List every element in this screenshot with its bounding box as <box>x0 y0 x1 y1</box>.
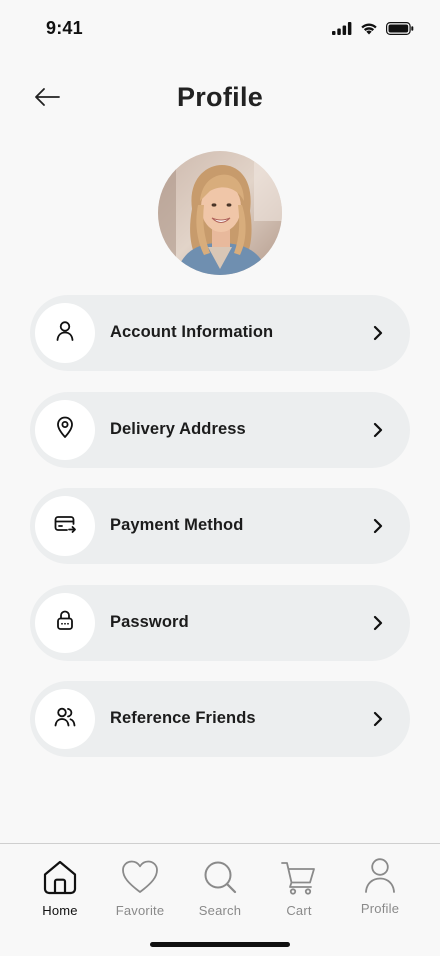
user-icon <box>53 319 77 348</box>
menu-item-password[interactable]: Password <box>30 584 410 661</box>
users-icon <box>53 705 77 734</box>
profile-icon <box>361 856 399 899</box>
chevron-right-icon <box>368 709 388 729</box>
menu-item-reference-friends[interactable]: Reference Friends <box>30 681 410 757</box>
status-bar: 9:41 <box>0 0 440 60</box>
menu-icon-circle <box>35 592 95 653</box>
menu-icon-circle <box>35 399 95 460</box>
cart-icon <box>280 858 318 901</box>
wifi-icon <box>360 22 378 35</box>
menu-item-label: Payment Method <box>110 516 244 534</box>
menu-item-label: Delivery Address <box>110 419 246 438</box>
home-indicator <box>150 942 290 947</box>
chevron-right-icon <box>368 420 388 440</box>
nav-item-search[interactable]: Search <box>180 858 260 918</box>
nav-item-favorite[interactable]: Favorite <box>100 858 180 918</box>
chevron-right-icon <box>368 323 388 343</box>
menu-item-label: Account Information <box>110 323 274 341</box>
location-pin-icon <box>53 415 77 444</box>
nav-label: Favorite <box>115 903 165 918</box>
nav-label: Search <box>198 903 242 918</box>
nav-label: Profile <box>360 901 400 916</box>
nav-item-home[interactable]: Home <box>20 858 100 918</box>
search-icon <box>201 858 239 901</box>
bottom-nav: Home Favorite Search Cart Profile <box>0 843 440 956</box>
menu-item-delivery-address[interactable]: Delivery Address <box>30 391 410 468</box>
header: Profile <box>0 76 440 122</box>
menu-item-label: Reference Friends <box>110 709 256 727</box>
menu-item-label: Password <box>110 612 189 631</box>
nav-item-profile[interactable]: Profile <box>340 856 420 916</box>
profile-menu: Account Information Delivery Address Pay… <box>30 295 410 778</box>
battery-icon <box>386 22 414 35</box>
lock-icon <box>53 608 77 637</box>
card-transfer-icon <box>53 512 77 541</box>
avatar[interactable] <box>158 151 282 275</box>
home-icon <box>41 858 79 901</box>
menu-item-payment-method[interactable]: Payment Method <box>30 488 410 564</box>
status-icons <box>332 22 414 35</box>
menu-icon-circle <box>35 303 95 363</box>
heart-icon <box>120 858 160 901</box>
status-time: 9:41 <box>46 18 83 38</box>
chevron-right-icon <box>368 516 388 536</box>
nav-item-cart[interactable]: Cart <box>259 858 339 918</box>
nav-label: Home <box>42 903 78 918</box>
menu-icon-circle <box>35 689 95 749</box>
nav-label: Cart <box>286 903 312 918</box>
menu-item-account-information[interactable]: Account Information <box>30 295 410 371</box>
chevron-right-icon <box>368 613 388 633</box>
menu-icon-circle <box>35 496 95 556</box>
cellular-signal-icon <box>332 22 352 35</box>
page-title: Profile <box>176 82 264 112</box>
